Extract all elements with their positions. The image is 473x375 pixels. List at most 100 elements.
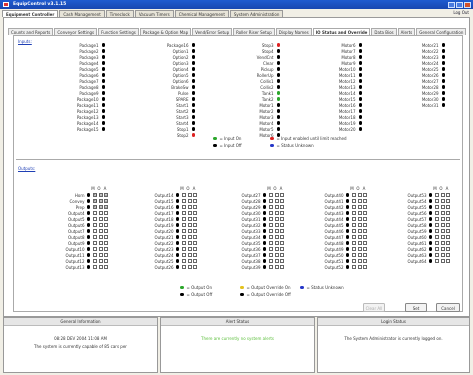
output-checkbox[interactable] (182, 199, 186, 203)
output-checkbox[interactable] (440, 223, 445, 227)
output-checkbox[interactable] (363, 253, 367, 257)
output-checkbox[interactable] (182, 229, 186, 233)
set-button[interactable]: Set (405, 303, 427, 312)
subtab-roller-riser-setup[interactable]: Roller Riser Setup (233, 28, 275, 35)
output-checkbox[interactable]: M (93, 199, 97, 203)
tab-equipment-controller[interactable]: Equipment Controller (2, 10, 59, 17)
output-checkbox[interactable] (269, 217, 273, 221)
output-checkbox[interactable] (363, 193, 367, 197)
output-checkbox[interactable] (98, 211, 103, 215)
output-checkbox[interactable] (182, 223, 186, 227)
output-checkbox[interactable] (357, 229, 362, 233)
output-checkbox[interactable] (269, 223, 273, 227)
output-checkbox[interactable] (352, 229, 356, 233)
output-checkbox[interactable] (280, 193, 284, 197)
output-checkbox[interactable] (182, 241, 186, 245)
output-checkbox[interactable] (435, 211, 439, 215)
output-checkbox[interactable] (182, 259, 186, 263)
output-checkbox[interactable] (274, 193, 279, 197)
output-checkbox[interactable] (440, 247, 445, 251)
output-checkbox[interactable] (93, 265, 97, 269)
output-checkbox[interactable] (182, 217, 186, 221)
output-checkbox[interactable] (440, 259, 445, 263)
output-checkbox[interactable] (182, 211, 186, 215)
output-checkbox[interactable] (104, 253, 108, 257)
output-checkbox[interactable]: M (93, 193, 97, 197)
output-checkbox[interactable] (435, 235, 439, 239)
output-checkbox[interactable] (269, 229, 273, 233)
output-checkbox[interactable] (104, 241, 108, 245)
output-checkbox[interactable] (435, 223, 439, 227)
output-checkbox[interactable] (269, 241, 273, 245)
output-checkbox[interactable] (352, 235, 356, 239)
output-checkbox[interactable] (280, 253, 284, 257)
output-checkbox[interactable] (187, 241, 192, 245)
output-checkbox[interactable] (357, 241, 362, 245)
output-checkbox[interactable] (104, 223, 108, 227)
output-checkbox[interactable] (280, 235, 284, 239)
output-checkbox[interactable] (446, 199, 450, 203)
output-checkbox[interactable] (352, 241, 356, 245)
output-checkbox[interactable] (187, 193, 192, 197)
output-checkbox[interactable] (274, 211, 279, 215)
output-checkbox[interactable] (269, 265, 273, 269)
output-checkbox[interactable] (357, 265, 362, 269)
output-checkbox[interactable] (440, 229, 445, 233)
cancel-button[interactable]: Cancel (436, 303, 460, 312)
logout-link[interactable]: Log Out (453, 10, 469, 15)
output-checkbox[interactable]: A (104, 205, 108, 209)
output-checkbox[interactable] (93, 247, 97, 251)
output-checkbox[interactable] (357, 205, 362, 209)
output-checkbox[interactable] (357, 259, 362, 263)
output-checkbox[interactable] (440, 235, 445, 239)
output-checkbox[interactable] (363, 259, 367, 263)
output-checkbox[interactable] (104, 211, 108, 215)
output-checkbox[interactable] (446, 193, 450, 197)
output-checkbox[interactable] (440, 205, 445, 209)
tab-timeclock[interactable]: Timeclock (105, 10, 134, 17)
output-checkbox[interactable] (446, 259, 450, 263)
output-checkbox[interactable] (363, 247, 367, 251)
output-checkbox[interactable] (280, 265, 284, 269)
output-checkbox[interactable] (446, 241, 450, 245)
output-checkbox[interactable] (93, 259, 97, 263)
output-checkbox[interactable] (440, 211, 445, 215)
output-checkbox[interactable] (363, 217, 367, 221)
output-checkbox[interactable] (193, 235, 197, 239)
tab-cash-management[interactable]: Cash Management (59, 10, 105, 17)
subtab-alerts[interactable]: Alerts (397, 28, 416, 35)
output-checkbox[interactable] (182, 205, 186, 209)
output-checkbox[interactable] (274, 217, 279, 221)
output-checkbox[interactable] (363, 229, 367, 233)
output-checkbox[interactable] (352, 259, 356, 263)
output-checkbox[interactable] (357, 217, 362, 221)
output-checkbox[interactable] (193, 211, 197, 215)
output-checkbox[interactable] (187, 199, 192, 203)
output-checkbox[interactable] (93, 217, 97, 221)
output-checkbox[interactable] (182, 247, 186, 251)
output-checkbox[interactable] (187, 229, 192, 233)
output-checkbox[interactable] (269, 193, 273, 197)
output-checkbox[interactable] (352, 253, 356, 257)
output-checkbox[interactable] (93, 229, 97, 233)
output-checkbox[interactable] (187, 247, 192, 251)
output-checkbox[interactable] (363, 265, 367, 269)
output-checkbox[interactable] (274, 265, 279, 269)
output-checkbox[interactable] (357, 235, 362, 239)
output-checkbox[interactable] (274, 241, 279, 245)
output-checkbox[interactable]: O (98, 193, 103, 197)
output-checkbox[interactable] (440, 241, 445, 245)
output-checkbox[interactable] (269, 211, 273, 215)
output-checkbox[interactable] (280, 217, 284, 221)
output-checkbox[interactable] (363, 223, 367, 227)
output-checkbox[interactable] (435, 193, 439, 197)
output-checkbox[interactable] (363, 205, 367, 209)
output-checkbox[interactable] (363, 235, 367, 239)
output-checkbox[interactable] (193, 229, 197, 233)
output-checkbox[interactable] (269, 205, 273, 209)
output-checkbox[interactable]: M (93, 205, 97, 209)
tab-system-administration[interactable]: System Administration (229, 10, 284, 17)
output-checkbox[interactable] (104, 235, 108, 239)
output-checkbox[interactable] (182, 265, 186, 269)
output-checkbox[interactable] (104, 217, 108, 221)
